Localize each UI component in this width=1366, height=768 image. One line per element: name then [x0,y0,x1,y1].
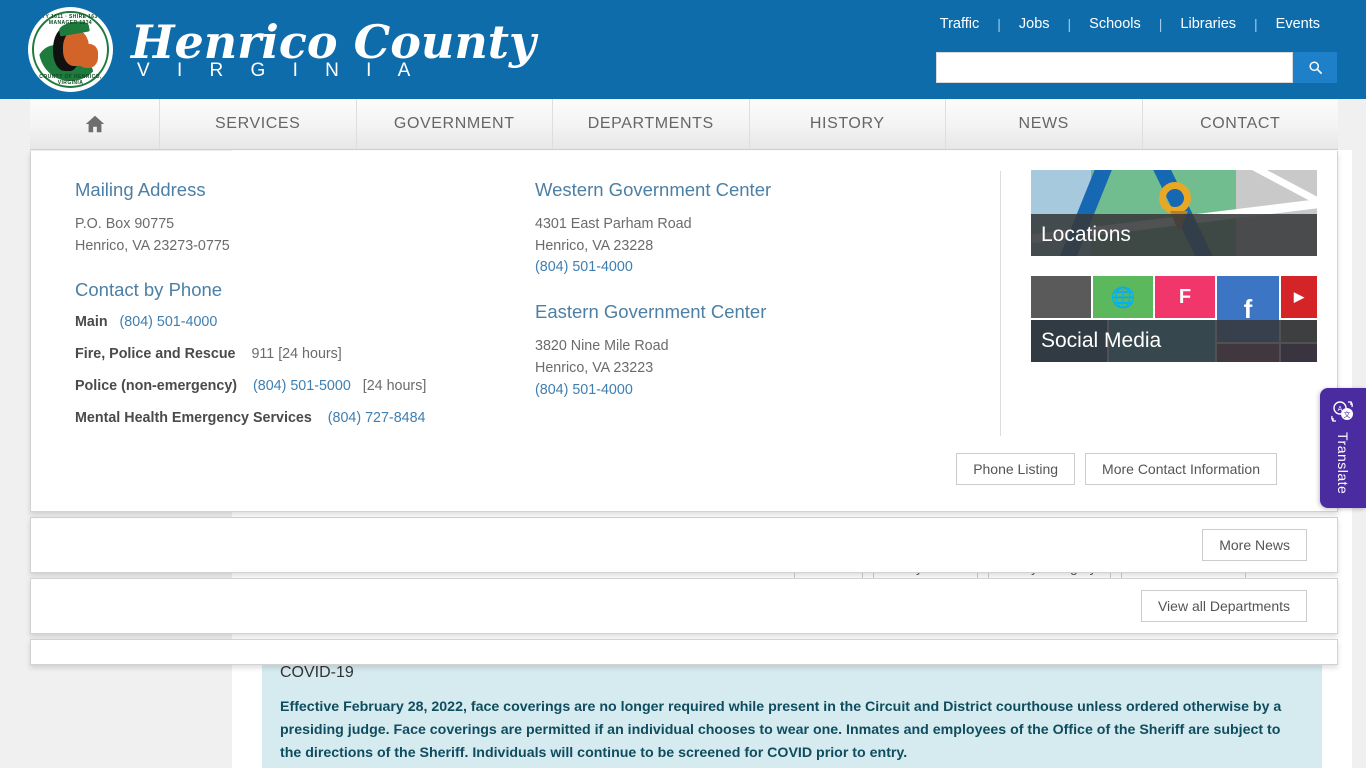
covid-body: Effective February 28, 2022, face coveri… [280,699,1282,761]
home-icon [85,115,104,133]
contact-mega-menu: Mailing Address P.O. Box 90775 Henrico, … [30,151,1338,666]
locations-tile[interactable]: Locations [1031,170,1317,256]
contact-panel-actions: Phone Listing More Contact Information [75,442,1307,497]
contact-by-phone-heading: Contact by Phone [75,279,223,301]
nav-item-services[interactable]: SERVICES [160,99,357,149]
site-wordmark: Henrico County V I R G I N I A [131,19,536,80]
utility-link-schools[interactable]: Schools [1071,16,1159,32]
eastern-center-heading: Eastern Government Center [535,301,767,323]
site-header: CITY 1611 · SHIRE 1634 · MANAGER 1934 CO… [0,0,1366,99]
phone-row-police-non-emergency: Police (non-emergency) (804) 501-5000 [2… [75,378,535,394]
search-input[interactable] [936,52,1293,83]
utility-nav: Traffic | Jobs | Schools | Libraries | E… [922,16,1338,32]
nav-item-government[interactable]: GOVERNMENT [357,99,553,149]
social-media-tile-caption: Social Media [1031,320,1317,362]
svg-text:文: 文 [1344,410,1351,419]
henrico-county-seal-icon: CITY 1611 · SHIRE 1634 · MANAGER 1934 CO… [28,7,113,92]
foursquare-icon: F [1178,285,1192,308]
site-brand[interactable]: CITY 1611 · SHIRE 1634 · MANAGER 1934 CO… [28,7,536,92]
eastern-line-2: Henrico, VA 23223 [535,359,654,376]
locations-tile-caption: Locations [1031,214,1317,256]
social-media-tile[interactable]: 🌐 F f ▶ 🐦 [1031,276,1317,362]
western-center-heading: Western Government Center [535,179,772,200]
covid-heading: COVID-19 [280,664,354,681]
phone-label: Police (non-emergency) [75,378,238,395]
eastern-line-1: 3820 Nine Mile Road [535,338,669,355]
more-news-button[interactable]: More News [1202,529,1307,562]
search-icon [1308,61,1322,74]
translate-icon: A 文 [1331,401,1353,422]
phone-hours: 911 [24 hours] [251,346,342,363]
departments-panel: View all Departments [30,578,1338,635]
phone-number[interactable]: (804) 501-5000 [253,378,351,394]
phone-number[interactable]: (804) 727-8484 [328,410,426,426]
site-search [936,52,1337,83]
phone-listing-button[interactable]: Phone Listing [956,453,1076,486]
contact-column-mailing: Mailing Address P.O. Box 90775 Henrico, … [75,179,535,442]
map-pin-icon [1159,182,1191,233]
utility-link-traffic[interactable]: Traffic [922,16,997,32]
eastern-phone[interactable]: (804) 501-4000 [535,382,633,398]
more-contact-information-button[interactable]: More Contact Information [1085,453,1277,486]
nav-item-history[interactable]: HISTORY [750,99,946,149]
utility-link-events[interactable]: Events [1258,16,1338,32]
mailing-line-1: P.O. Box 90775 [75,216,175,232]
seal-bottom-text: COUNTY OF HENRICO, VIRGINIA [39,74,102,86]
phone-row-mental-health: Mental Health Emergency Services (804) 7… [75,410,535,426]
search-button[interactable] [1293,52,1337,83]
phone-row-fire-police-rescue: Fire, Police and Rescue 911 [24 hours] [75,346,535,362]
utility-link-jobs[interactable]: Jobs [1001,16,1068,32]
page-root: CITY 1611 · SHIRE 1634 · MANAGER 1934 CO… [0,0,1366,768]
phone-hours: [24 hours] [362,378,427,395]
phone-row-main: Main (804) 501-4000 [75,314,535,330]
mailing-line-2: Henrico, VA 23273-0775 [75,237,230,254]
mailing-address-heading: Mailing Address [75,179,206,200]
contact-column-centers: Western Government Center 4301 East Parh… [535,179,1005,442]
translate-label: Translate [1335,432,1351,495]
seal-top-text: CITY 1611 · SHIRE 1634 · MANAGER 1934 [36,14,105,26]
western-phone[interactable]: (804) 501-4000 [535,259,633,275]
news-panel: More News [30,517,1338,574]
panel-divider [1000,171,1001,436]
contact-column-tiles: Locations 🌐 F f ▶ Social Media [1031,170,1321,382]
phone-label: Main [75,314,108,331]
nav-item-home[interactable] [30,99,160,149]
nav-item-departments[interactable]: DEPARTMENTS [553,99,750,149]
globe-icon: 🌐 [1110,286,1136,309]
site-title: Henrico County [131,15,536,69]
phone-label: Mental Health Emergency Services [75,410,312,427]
services-panel-stub [30,639,1338,666]
western-line-1: 4301 East Parham Road [535,216,692,232]
western-line-2: Henrico, VA 23228 [535,237,654,254]
contact-panel: Mailing Address P.O. Box 90775 Henrico, … [30,151,1338,513]
youtube-icon: ▶ [1294,289,1304,304]
main-navigation: SERVICES GOVERNMENT DEPARTMENTS HISTORY … [30,99,1338,150]
view-all-departments-button[interactable]: View all Departments [1140,590,1307,623]
translate-widget[interactable]: A 文 Translate [1320,388,1366,508]
nav-item-news[interactable]: NEWS [946,99,1143,149]
nav-item-contact[interactable]: CONTACT [1143,99,1339,149]
phone-number[interactable]: (804) 501-4000 [120,314,218,330]
utility-link-libraries[interactable]: Libraries [1162,16,1254,32]
phone-label: Fire, Police and Rescue [75,346,236,363]
